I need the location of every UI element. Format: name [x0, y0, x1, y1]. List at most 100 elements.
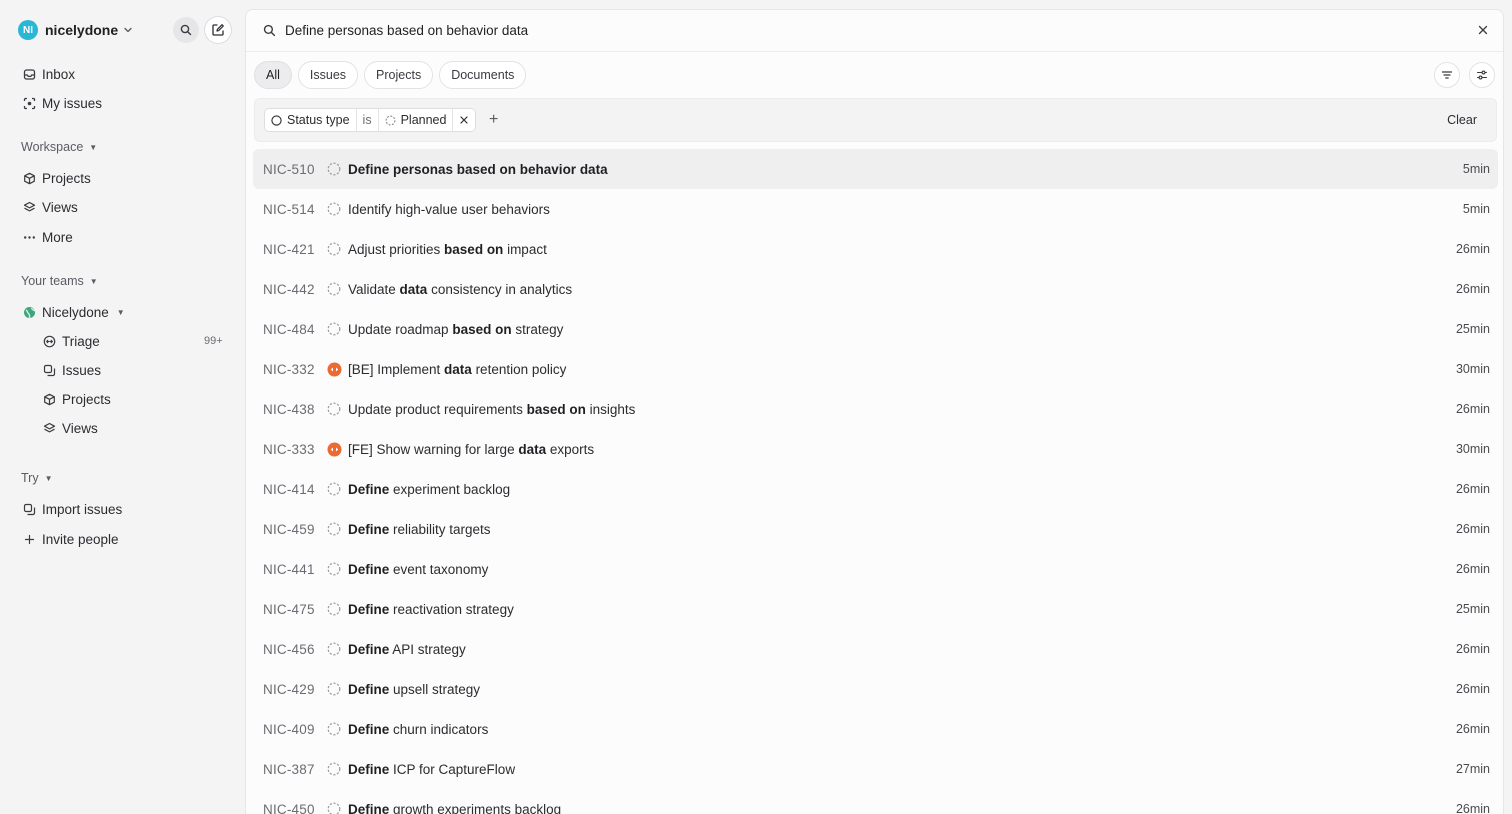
title-text: event taxonomy: [389, 561, 489, 577]
title-text: exports: [546, 441, 595, 457]
sidebar-team-nicelydone[interactable]: Nicelydone ▼: [22, 302, 125, 322]
title-text: impact: [503, 241, 547, 257]
compose-icon: [212, 24, 224, 36]
result-row[interactable]: NIC-456 Define API strategy 26min: [253, 629, 1498, 669]
section-try[interactable]: Try ▼: [21, 470, 53, 486]
sidebar-item-team-issues[interactable]: Issues: [42, 360, 101, 380]
result-row[interactable]: NIC-414 Define experiment backlog 26min: [253, 469, 1498, 509]
result-row[interactable]: NIC-475 Define reactivation strategy 25min: [253, 589, 1498, 629]
close-icon[interactable]: [1477, 24, 1489, 36]
sidebar-item-team-projects[interactable]: Projects: [42, 389, 111, 409]
updated-time: 30min: [1455, 442, 1490, 456]
team-globe-icon: [22, 305, 36, 319]
updated-time: 5min: [1462, 162, 1490, 176]
title-match-highlight: Define: [348, 561, 390, 577]
remove-filter-button[interactable]: [453, 109, 475, 131]
cube-icon: [22, 171, 36, 185]
sidebar-item-import-issues[interactable]: Import issues: [22, 499, 122, 519]
new-issue-button[interactable]: [205, 17, 231, 43]
updated-time: 26min: [1455, 482, 1490, 496]
tab-projects[interactable]: Projects: [364, 61, 434, 89]
tab-documents[interactable]: Documents: [439, 61, 527, 89]
updated-time: 30min: [1455, 362, 1490, 376]
issue-title: Define reactivation strategy: [348, 602, 514, 617]
result-row[interactable]: NIC-442 Validate data consistency in anal…: [253, 269, 1498, 309]
filter-operator[interactable]: is: [357, 109, 379, 131]
issue-id: NIC-409: [263, 721, 315, 737]
filter-field[interactable]: Status type: [265, 109, 357, 131]
section-your-teams[interactable]: Your teams ▼: [21, 273, 98, 289]
chevron-down-icon: [124, 27, 132, 33]
result-row[interactable]: NIC-438 Update product requirements based…: [253, 389, 1498, 429]
title-text: retention policy: [471, 361, 567, 377]
issue-id: NIC-332: [263, 361, 315, 377]
result-row[interactable]: NIC-441 Define event taxonomy 26min: [253, 549, 1498, 589]
filter-button[interactable]: [1434, 62, 1460, 88]
issue-title: Identify high-value user behaviors: [348, 202, 550, 217]
sidebar-item-invite-people[interactable]: Invite people: [22, 529, 119, 549]
result-row[interactable]: NIC-387 Define ICP for CaptureFlow 27min: [253, 749, 1498, 789]
inbox-icon: [22, 67, 36, 81]
search-icon: [180, 24, 192, 36]
sidebar-item-my-issues[interactable]: My issues: [22, 93, 102, 113]
result-row[interactable]: NIC-514 Identify high-value user behavior…: [253, 189, 1498, 229]
sliders-icon: [1476, 70, 1488, 80]
display-options-button[interactable]: [1469, 62, 1495, 88]
title-text: Identify high-value user behaviors: [348, 201, 550, 217]
result-row[interactable]: NIC-429 Define upsell strategy 26min: [253, 669, 1498, 709]
caret-down-icon: ▼: [44, 473, 53, 483]
caret-down-icon: ▼: [116, 307, 125, 317]
result-row[interactable]: NIC-421 Adjust priorities based on impact…: [253, 229, 1498, 269]
urgent-status-icon: [326, 361, 342, 377]
sidebar-item-inbox[interactable]: Inbox: [22, 64, 75, 84]
result-row[interactable]: NIC-459 Define reliability targets 26min: [253, 509, 1498, 549]
issue-id: NIC-484: [263, 321, 315, 337]
search-panel: Define personas based on behavior data A…: [245, 9, 1504, 814]
updated-time: 26min: [1455, 522, 1490, 536]
import-icon: [22, 502, 36, 516]
add-filter-button[interactable]: +: [489, 112, 498, 128]
sidebar-item-more[interactable]: More: [22, 227, 73, 247]
title-text: [FE] Show warning for large: [348, 441, 519, 457]
issue-title: Define experiment backlog: [348, 482, 510, 497]
sidebar-item-label: Issues: [62, 362, 102, 378]
issue-id: NIC-414: [263, 481, 315, 497]
section-workspace[interactable]: Workspace ▼: [21, 139, 97, 155]
result-row[interactable]: NIC-333 [FE] Show warning for large data …: [253, 429, 1498, 469]
sidebar-item-projects[interactable]: Projects: [22, 168, 91, 188]
sidebar-item-team-views[interactable]: Views: [42, 418, 98, 438]
issue-title: Define event taxonomy: [348, 562, 488, 577]
team-name: Nicelydone: [42, 304, 109, 320]
result-row[interactable]: NIC-332 [BE] Implement data retention pol…: [253, 349, 1498, 389]
result-row[interactable]: NIC-484 Update roadmap based on strategy 2…: [253, 309, 1498, 349]
result-row[interactable]: NIC-450 Define growth experiments backlog…: [253, 789, 1498, 814]
search-input[interactable]: Define personas based on behavior data: [285, 23, 528, 38]
title-match-highlight: data: [518, 441, 547, 457]
title-match-highlight: data: [399, 281, 428, 297]
issue-id: NIC-333: [263, 441, 315, 457]
issue-id: NIC-387: [263, 761, 315, 777]
sidebar-item-label: Invite people: [42, 531, 119, 547]
sidebar-item-triage[interactable]: Triage: [42, 331, 100, 351]
sidebar-item-label: Views: [62, 420, 98, 436]
result-row[interactable]: NIC-510 Define personas based on behavior…: [253, 149, 1498, 189]
planned-status-icon: [326, 601, 342, 617]
tab-issues[interactable]: Issues: [297, 61, 359, 89]
sidebar-item-views[interactable]: Views: [22, 197, 78, 217]
workspace-switcher[interactable]: NI nicelydone: [18, 19, 133, 41]
clear-filters-button[interactable]: Clear: [1447, 113, 1477, 127]
issue-title: Define churn indicators: [348, 722, 488, 737]
filter-lines-icon: [1441, 71, 1453, 79]
filter-bar: Status type is Planned + Clear: [254, 98, 1497, 142]
search-button[interactable]: [173, 17, 199, 43]
workspace-avatar: NI: [18, 20, 38, 40]
issue-title: Update product requirements based on ins…: [348, 402, 635, 417]
title-match-highlight: Define: [348, 721, 390, 737]
status-type-filter-chip[interactable]: Status type is Planned: [264, 108, 477, 132]
updated-time: 27min: [1455, 762, 1490, 776]
tab-all[interactable]: All: [254, 61, 292, 89]
issue-id: NIC-510: [263, 161, 315, 177]
title-text: ICP for CaptureFlow: [389, 761, 516, 777]
filter-value[interactable]: Planned: [379, 109, 454, 131]
result-row[interactable]: NIC-409 Define churn indicators 26min: [253, 709, 1498, 749]
